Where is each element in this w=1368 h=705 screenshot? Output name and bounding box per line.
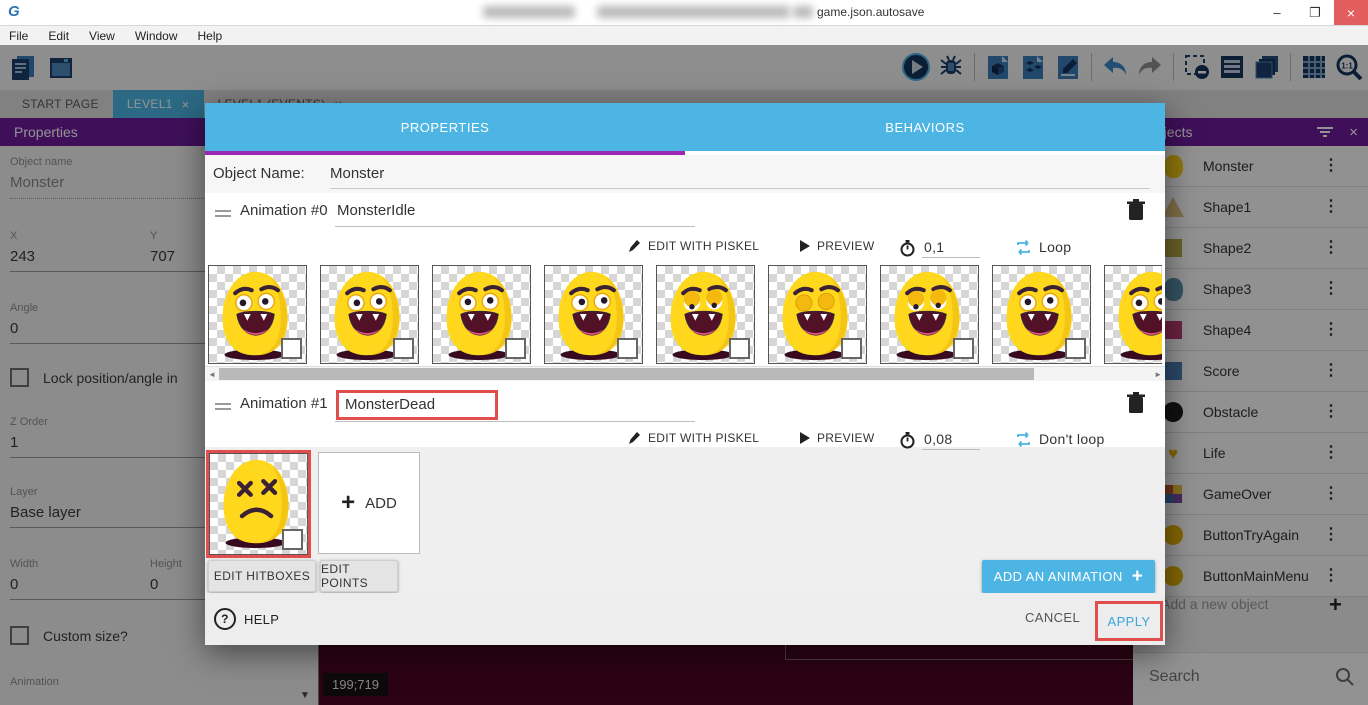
apply-button-highlight: APPLY: [1095, 601, 1163, 641]
drag-handle-icon[interactable]: [215, 207, 231, 220]
help-icon: ?: [214, 608, 236, 630]
cancel-button[interactable]: CANCEL: [1025, 610, 1080, 625]
dialog-object-name-field[interactable]: Monster: [330, 165, 1150, 189]
animation-frame[interactable]: [432, 265, 531, 364]
time-between-frames[interactable]: 0,08: [900, 431, 980, 450]
animation0-header: Animation #0 MonsterIdle: [205, 193, 1165, 231]
add-frame-button[interactable]: + ADD: [318, 452, 420, 554]
menu-edit[interactable]: Edit: [48, 29, 69, 43]
play-icon: [800, 240, 810, 252]
animation-frame[interactable]: [656, 265, 755, 364]
menu-window[interactable]: Window: [135, 29, 178, 43]
loop-icon: [1015, 240, 1032, 255]
restore-button[interactable]: ❐: [1296, 0, 1334, 25]
menu-file[interactable]: File: [9, 29, 28, 43]
apply-button[interactable]: APPLY: [1108, 614, 1151, 629]
animation1-title: Animation #1: [240, 395, 328, 412]
delete-animation1-icon[interactable]: [1127, 392, 1145, 414]
animation0-name-field[interactable]: MonsterIdle: [337, 202, 415, 219]
menu-help[interactable]: Help: [198, 29, 223, 43]
dialog-tab-properties[interactable]: PROPERTIES: [205, 103, 685, 151]
frame-checkbox[interactable]: [953, 338, 974, 359]
frame-checkbox[interactable]: [393, 338, 414, 359]
pencil-icon: [628, 239, 641, 253]
timer-icon: [900, 240, 915, 257]
animation-frame[interactable]: [768, 265, 867, 364]
object-editor-dialog: PROPERTIES BEHAVIORS Object Name: Monste…: [205, 103, 1165, 645]
scroll-left-icon[interactable]: ◄: [208, 370, 216, 379]
animation-frame[interactable]: [1104, 265, 1162, 364]
edit-with-piskel-button[interactable]: EDIT WITH PISKEL: [628, 239, 759, 253]
animation0-frames: [208, 265, 1162, 364]
titlebar: G game.json.autosave – ❐ ×: [0, 0, 1368, 26]
drag-handle-icon[interactable]: [215, 400, 231, 413]
close-button[interactable]: ×: [1334, 0, 1368, 25]
pencil-icon: [628, 431, 641, 445]
animation1-name-field[interactable]: MonsterDead: [336, 390, 498, 420]
preview-button[interactable]: PREVIEW: [800, 239, 874, 253]
help-button[interactable]: ? HELP: [214, 608, 279, 630]
play-icon: [800, 432, 810, 444]
frame-checkbox[interactable]: [1065, 338, 1086, 359]
animation-frame[interactable]: [992, 265, 1091, 364]
frame-checkbox[interactable]: [505, 338, 526, 359]
frame-checkbox[interactable]: [282, 529, 303, 550]
frame-checkbox[interactable]: [617, 338, 638, 359]
animation0-controls: EDIT WITH PISKEL PREVIEW 0,1 Loop: [205, 231, 1165, 263]
frame-checkbox[interactable]: [729, 338, 750, 359]
redacted-title-segment: [793, 6, 813, 18]
redacted-title-segment: [597, 6, 790, 18]
window-title: game.json.autosave: [817, 5, 924, 19]
timer-icon: [900, 432, 915, 449]
dialog-object-name-label: Object Name:: [213, 165, 305, 182]
scroll-right-icon[interactable]: ►: [1154, 370, 1162, 379]
edit-points-button[interactable]: EDIT POINTS: [320, 560, 398, 592]
gdevelop-logo-icon: G: [8, 3, 26, 21]
frame-checkbox[interactable]: [841, 338, 862, 359]
edit-with-piskel-button[interactable]: EDIT WITH PISKEL: [628, 431, 759, 445]
animation0-title: Animation #0: [240, 202, 328, 219]
menubar: File Edit View Window Help: [0, 26, 1368, 46]
time-between-frames[interactable]: 0,1: [900, 239, 980, 258]
menu-view[interactable]: View: [89, 29, 115, 43]
plus-icon: +: [341, 489, 355, 517]
animation1-frame-highlight: [206, 450, 311, 558]
animation-frame[interactable]: [320, 265, 419, 364]
add-animation-button[interactable]: ADD AN ANIMATION+: [982, 560, 1155, 593]
gdevelop-window: G game.json.autosave – ❐ × File Edit Vie…: [0, 0, 1368, 705]
loop-icon: [1015, 432, 1032, 447]
animation-frame[interactable]: [880, 265, 979, 364]
frame-checkbox[interactable]: [281, 338, 302, 359]
delete-animation0-icon[interactable]: [1127, 199, 1145, 221]
loop-toggle[interactable]: Loop: [1015, 239, 1071, 255]
redacted-title-segment: [483, 6, 575, 18]
animation-frame[interactable]: [544, 265, 643, 364]
dialog-footer: ? HELP CANCEL APPLY: [205, 593, 1165, 645]
plus-icon: +: [1132, 566, 1144, 588]
edit-hitboxes-button[interactable]: EDIT HITBOXES: [208, 560, 316, 592]
object-name-row: Object Name: Monster: [205, 155, 1165, 193]
scrollbar-thumb[interactable]: [219, 368, 1034, 380]
animation-frame-dead[interactable]: [209, 453, 308, 555]
loop-toggle[interactable]: Don't loop: [1015, 431, 1105, 447]
animation-frame[interactable]: [208, 265, 307, 364]
animation1-controls: EDIT WITH PISKEL PREVIEW 0,08 Don't loop: [205, 423, 1165, 455]
minimize-button[interactable]: –: [1258, 0, 1296, 25]
dialog-tabbar: PROPERTIES BEHAVIORS: [205, 103, 1165, 151]
frames-scrollbar[interactable]: ◄ ►: [205, 366, 1165, 381]
animation1-header: Animation #1 MonsterDead: [205, 386, 1165, 424]
dialog-tab-behaviors[interactable]: BEHAVIORS: [685, 103, 1165, 151]
preview-button[interactable]: PREVIEW: [800, 431, 874, 445]
